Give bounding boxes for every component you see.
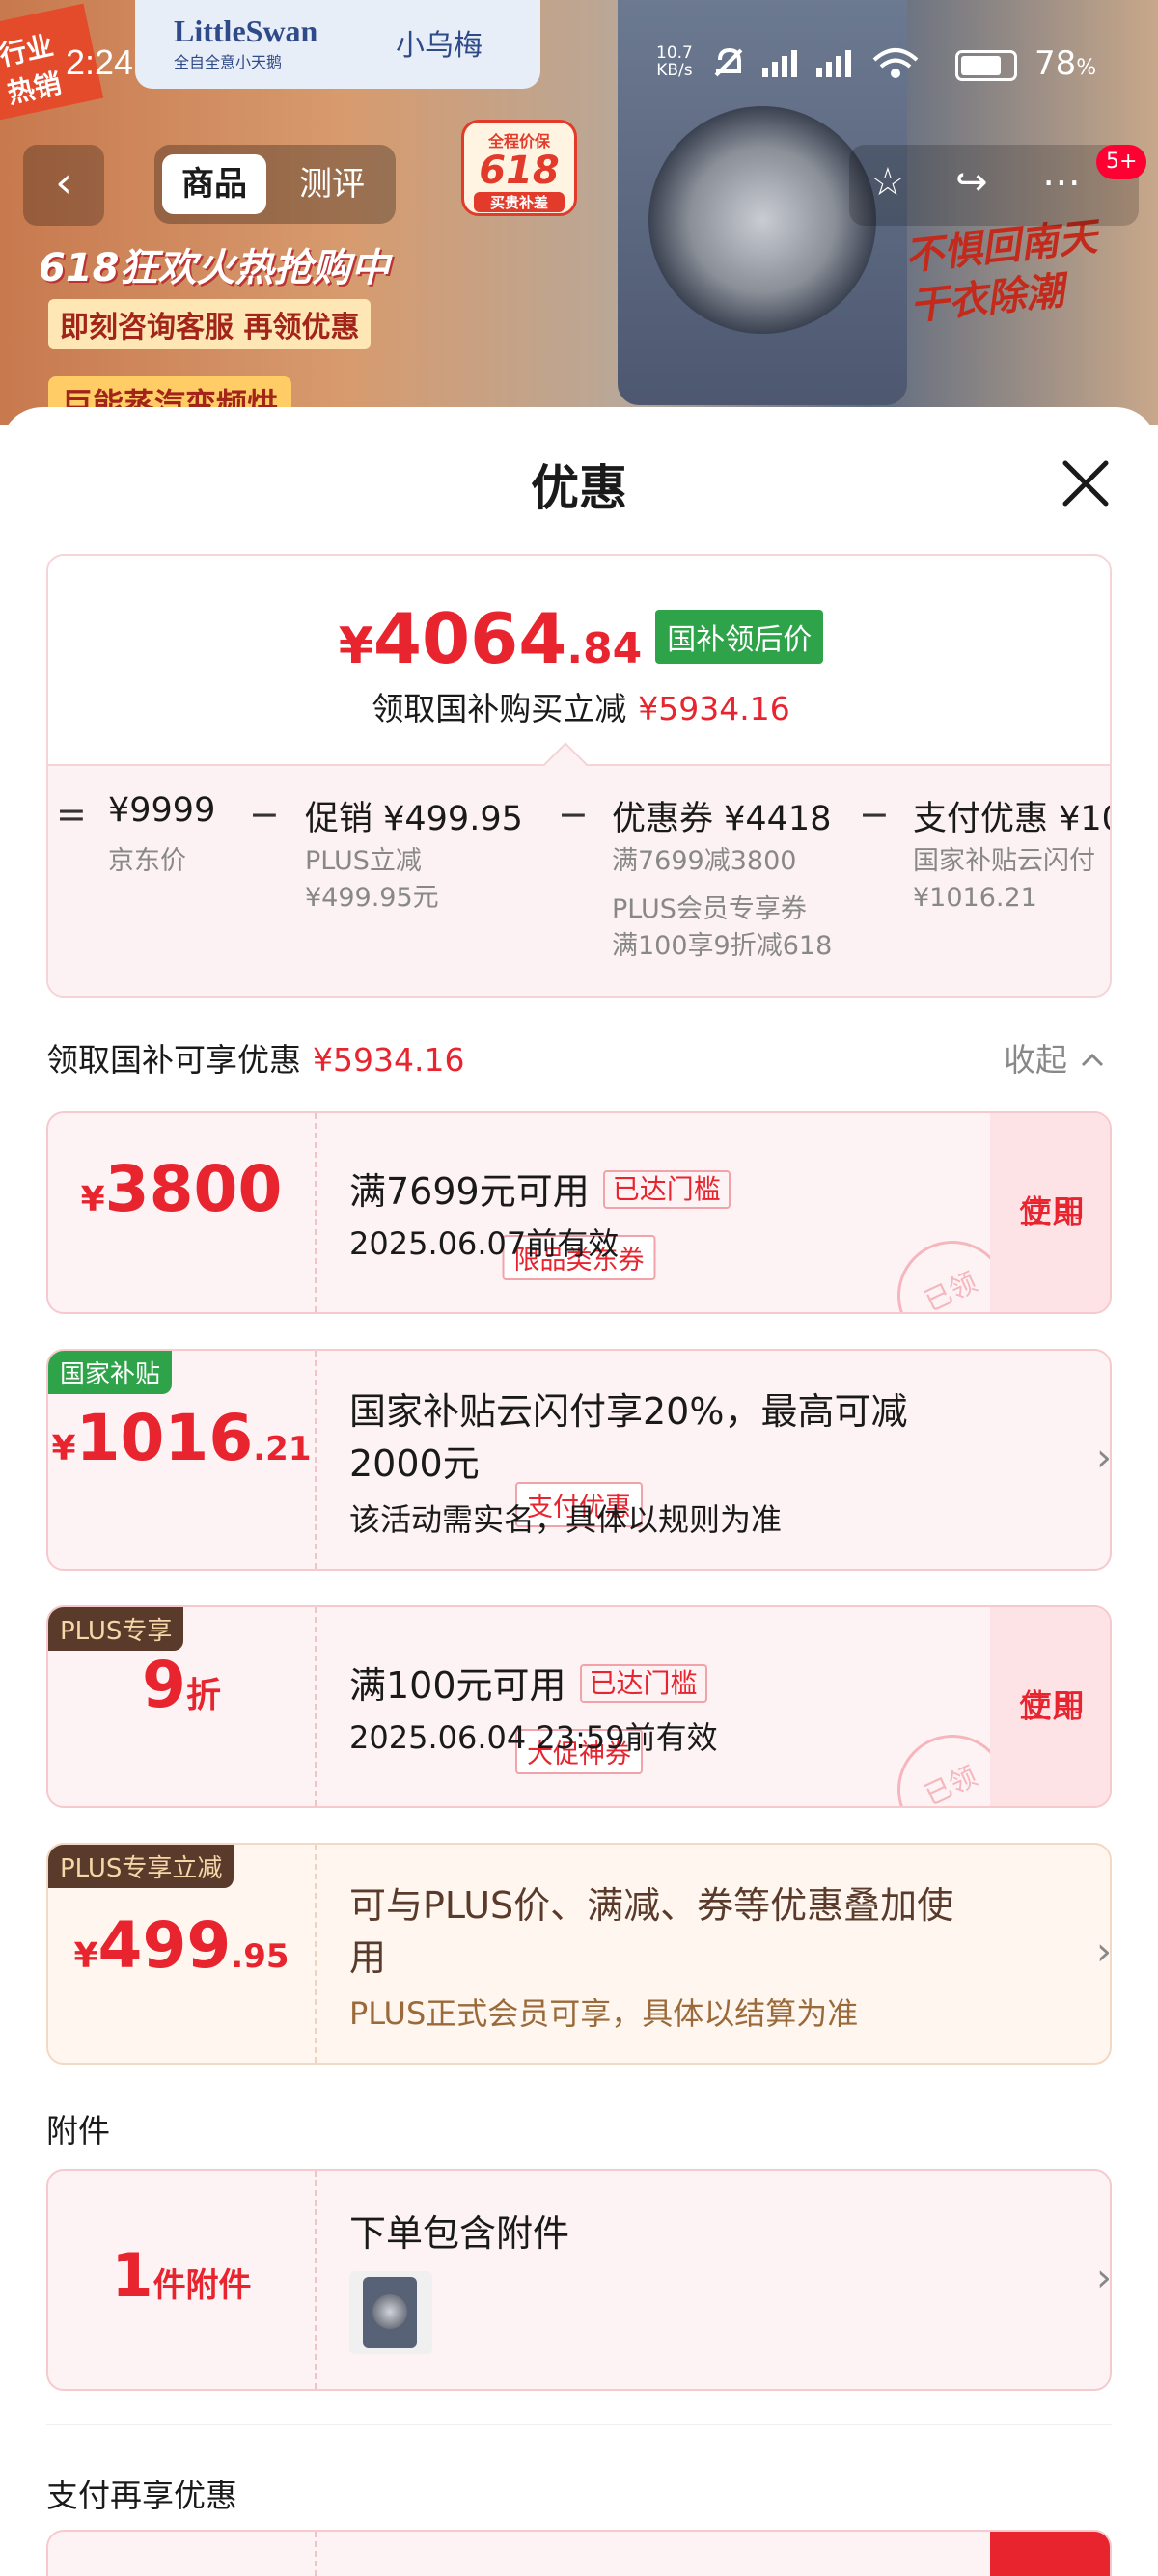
top-action-bar: ☆ ↪ ⋯ xyxy=(849,145,1139,226)
tab-product[interactable]: 商品 xyxy=(162,154,266,214)
message-badge: 5+ xyxy=(1096,145,1147,179)
accessory-card[interactable]: 1件附件 下单包含附件 › xyxy=(46,2169,1112,2391)
sale-headline: 618狂欢火热抢购中 xyxy=(39,246,390,290)
washer-drum-image xyxy=(648,106,876,334)
breakdown-jd-price: ¥9999 xyxy=(108,791,216,830)
clock: 2:24 xyxy=(66,42,134,82)
status-bar: 2:24 10.7 KB/s 78% xyxy=(0,0,1158,135)
chevron-right-icon: › xyxy=(1096,1436,1112,1480)
back-arrow-icon: ‹ xyxy=(55,158,72,207)
mute-bell-icon xyxy=(714,47,743,77)
section-divider xyxy=(46,2424,1112,2425)
breakdown-payment: 支付优惠 ¥1016.21 xyxy=(913,800,1110,838)
pay-offer-card[interactable] xyxy=(46,2530,1112,2576)
breakdown-jd-price-label: 京东价 xyxy=(108,846,186,876)
use-now-button[interactable]: 立即 使用 xyxy=(990,1113,1110,1312)
subsidy-payment-card[interactable]: 国家补贴 ¥1016.21 支付优惠 国家补贴云闪付享20%，最高可减 2000… xyxy=(46,1349,1112,1571)
plus-discount-amount: ¥499.95 xyxy=(73,1908,290,1983)
coupon-title: 满100元可用 已达门槛 xyxy=(349,1656,707,1709)
breakdown-op-minus: − xyxy=(249,793,280,836)
breakdown-payment-detail: ¥1016.21 xyxy=(913,883,1037,913)
breakdown-promotion: 促销 ¥499.95 xyxy=(305,800,523,838)
plus-offer-title: 可与PLUS价、满减、券等优惠叠加使 xyxy=(349,1884,954,1927)
breakdown-op-minus: − xyxy=(859,793,890,836)
breakdown-coupon-detail: 满100享9折减618 xyxy=(612,931,833,961)
use-now-button[interactable]: 立即 使用 xyxy=(990,1607,1110,1806)
sale-subheadline: 即刻咨询客服 再领优惠 xyxy=(48,299,372,349)
threshold-reached-tag: 已达门槛 xyxy=(579,1664,707,1703)
plus-corner-tag: PLUS专享 xyxy=(48,1607,184,1651)
breakdown-coupon: 优惠券 ¥4418 xyxy=(612,800,832,838)
national-subsidy-corner-tag: 国家补贴 xyxy=(48,1351,173,1394)
pay-offer-action[interactable] xyxy=(990,2532,1110,2576)
tab-review[interactable]: 测评 xyxy=(280,154,384,214)
accessory-count: 1件附件 xyxy=(111,2240,252,2311)
signal-icons xyxy=(712,42,953,94)
chevron-up-icon xyxy=(1081,1053,1103,1067)
breakdown-op-minus: − xyxy=(558,793,589,836)
chevron-right-icon: › xyxy=(1096,1930,1112,1974)
discount-rate: 9折 xyxy=(142,1648,221,1722)
save-amount-line: 领取国补购买立减 ¥5934.16 xyxy=(372,690,790,727)
breakdown-promotion-detail: PLUS立减 xyxy=(305,846,422,876)
star-icon[interactable]: ☆ xyxy=(870,160,905,205)
plus-offer-note: PLUS正式会员可享，具体以结算为准 xyxy=(349,1995,859,2032)
battery-level: 78% xyxy=(1034,44,1097,83)
price-summary-card: ¥4064.84 国补领后价 领取国补购买立减 ¥5934.16 = ¥9999 京… xyxy=(46,554,1112,998)
wifi-icon xyxy=(872,48,919,78)
coupon-title: 满7699元可用 已达门槛 xyxy=(349,1162,731,1215)
coupon-card[interactable]: ¥3800 限品类东券 满7699元可用 已达门槛 2025.06.07前有效 已… xyxy=(46,1111,1112,1314)
status-icons-group xyxy=(714,47,919,78)
breakdown-payment-detail: 国家补贴云闪付 xyxy=(913,846,1095,876)
price-tag-badge: 国补领后价 xyxy=(655,610,824,664)
share-icon[interactable]: ↪ xyxy=(955,160,988,205)
coupon-amount: ¥3800 xyxy=(80,1152,283,1226)
payment-discount-amount: ¥1016.21 xyxy=(51,1401,312,1475)
payment-offer-title: 国家补贴云闪付享20%，最高可减 xyxy=(349,1390,908,1433)
accessory-title: 下单包含附件 xyxy=(349,2212,570,2255)
battery-icon xyxy=(955,50,1017,81)
breakdown-coupon-detail: PLUS会员专享券 xyxy=(612,894,807,924)
network-speed: 10.7 KB/s xyxy=(656,43,693,80)
product-slogan: 不惧回南天 干衣除潮 xyxy=(902,214,1100,330)
discount-sheet: 优惠 ¥4064.84 国补领后价 领取国补购买立减 ¥5934.16 = ¥999… xyxy=(0,407,1158,2576)
breakdown-op-equals: = xyxy=(56,793,87,836)
collapse-button[interactable]: 收起 xyxy=(1004,1034,1107,1081)
coupon-validity: 2025.06.04 23:59前有效 xyxy=(349,1719,718,1756)
price-summary-top: ¥4064.84 国补领后价 领取国补购买立减 ¥5934.16 xyxy=(48,556,1110,764)
section-national-subsidy: 领取国补可享优惠 ¥5934.16 xyxy=(46,1041,465,1079)
price-breakdown: = ¥9999 京东价 − 促销 ¥499.95 PLUS立减 ¥499.95元… xyxy=(48,764,1110,996)
plus-coupon-card[interactable]: PLUS专享 9折 大促神券 满100元可用 已达门槛 2025.06.04 23… xyxy=(46,1605,1112,1808)
plus-instant-discount-card[interactable]: PLUS专享立减 ¥499.95 可与PLUS价、满减、券等优惠叠加使 用 PL… xyxy=(46,1843,1112,2065)
section-accessories: 附件 xyxy=(46,2112,110,2150)
breakdown-coupon-detail: 满7699减3800 xyxy=(612,846,797,876)
payment-offer-title-cont: 2000元 xyxy=(349,1442,480,1485)
chevron-right-icon: › xyxy=(1096,2256,1112,2300)
cellular-signal-icon xyxy=(762,50,851,77)
plus-offer-title-cont: 用 xyxy=(349,1936,387,1979)
breakdown-promotion-detail: ¥499.95元 xyxy=(305,883,439,913)
payment-offer-note: 该活动需实名，具体以规则为准 xyxy=(349,1501,783,1538)
back-button[interactable]: ‹ xyxy=(23,145,104,226)
coupon-validity: 2025.06.07前有效 xyxy=(349,1225,620,1262)
sheet-title: 优惠 xyxy=(531,460,627,516)
more-icon[interactable]: ⋯ xyxy=(1042,160,1081,205)
final-price: ¥4064.84 国补领后价 xyxy=(48,598,1110,679)
threshold-reached-tag: 已达门槛 xyxy=(602,1170,731,1209)
section-pay-offers: 支付再享优惠 xyxy=(46,2477,237,2514)
accessory-thumbnail[interactable] xyxy=(349,2271,432,2354)
page-tabs: 商品 测评 xyxy=(154,145,396,224)
close-button[interactable] xyxy=(1054,452,1117,515)
close-icon xyxy=(1062,460,1109,507)
plus-instant-corner-tag: PLUS专享立减 xyxy=(48,1845,234,1888)
